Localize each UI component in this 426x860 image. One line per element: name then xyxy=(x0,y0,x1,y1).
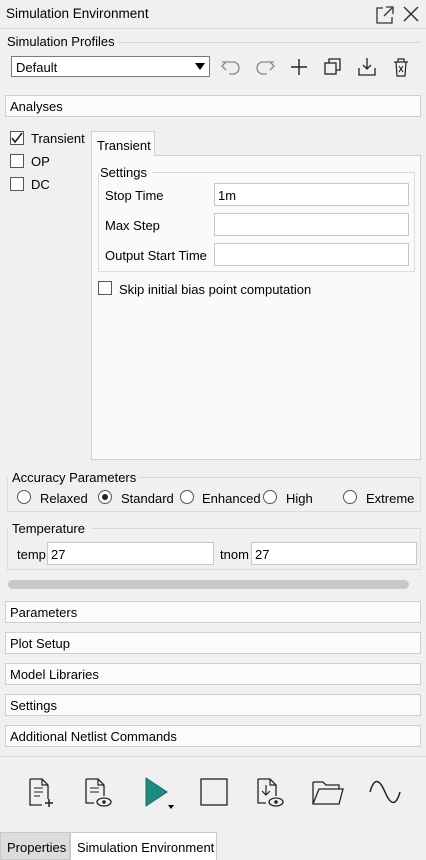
delete-icon[interactable] xyxy=(390,56,412,78)
temp-input[interactable]: 27 xyxy=(47,542,214,565)
divider xyxy=(118,42,421,43)
chevron-down-icon xyxy=(195,63,205,70)
transient-label: Transient xyxy=(31,131,85,146)
redo-icon[interactable] xyxy=(254,56,276,78)
op-label: OP xyxy=(31,154,50,169)
skip-bias-checkbox[interactable] xyxy=(98,281,112,295)
profile-select[interactable]: Default xyxy=(11,56,210,77)
run-icon[interactable] xyxy=(142,776,174,809)
tnom-value: 27 xyxy=(255,547,270,562)
transient-checkbox[interactable] xyxy=(10,131,24,145)
radio-enhanced[interactable] xyxy=(180,490,194,504)
max-step-input[interactable] xyxy=(214,213,409,236)
output-start-label: Output Start Time xyxy=(105,248,207,263)
dc-checkbox[interactable] xyxy=(10,177,24,191)
analyses-label: Analyses xyxy=(10,99,63,114)
window-title: Simulation Environment xyxy=(6,6,149,21)
tnom-label: tnom xyxy=(220,547,249,562)
radio-extreme[interactable] xyxy=(343,490,357,504)
undo-icon[interactable] xyxy=(220,56,242,78)
temp-label: temp xyxy=(17,547,46,562)
plot-setup-header[interactable]: Plot Setup xyxy=(5,632,421,654)
high-label: High xyxy=(286,491,313,506)
enhanced-label: Enhanced xyxy=(202,491,261,506)
standard-label: Standard xyxy=(121,491,174,506)
close-icon[interactable] xyxy=(401,4,421,24)
skip-bias-label: Skip initial bias point computation xyxy=(119,282,312,297)
model-libraries-header[interactable]: Model Libraries xyxy=(5,663,421,685)
waveform-icon[interactable] xyxy=(368,776,401,808)
max-step-label: Max Step xyxy=(105,218,160,233)
settings-label: Settings xyxy=(10,698,57,713)
netlist-commands-header[interactable]: Additional Netlist Commands xyxy=(5,725,421,747)
tab-transient[interactable]: Transient xyxy=(91,131,155,156)
new-netlist-icon[interactable] xyxy=(24,776,56,808)
output-start-input[interactable] xyxy=(214,243,409,266)
title-bar: Simulation Environment xyxy=(0,0,426,29)
extreme-label: Extreme xyxy=(366,491,415,506)
radio-relaxed[interactable] xyxy=(17,490,31,504)
analyses-header[interactable]: Analyses xyxy=(5,95,421,117)
stop-icon[interactable] xyxy=(198,776,230,808)
radio-standard[interactable] xyxy=(98,490,112,504)
tnom-input[interactable]: 27 xyxy=(251,542,417,565)
op-checkbox[interactable] xyxy=(10,154,24,168)
plot-setup-label: Plot Setup xyxy=(10,636,70,651)
add-icon[interactable] xyxy=(288,56,310,78)
parameters-label: Parameters xyxy=(10,605,78,620)
dc-label: DC xyxy=(31,177,50,192)
tab-properties[interactable]: Properties xyxy=(0,832,70,860)
load-results-icon[interactable] xyxy=(254,776,286,808)
popout-icon[interactable] xyxy=(374,4,394,24)
divider xyxy=(0,756,426,757)
stop-time-label: Stop Time xyxy=(105,188,164,203)
profiles-label: Simulation Profiles xyxy=(7,34,115,49)
netlist-commands-label: Additional Netlist Commands xyxy=(10,729,177,744)
stop-time-value: 1m xyxy=(218,188,237,203)
import-icon[interactable] xyxy=(356,56,378,78)
parameters-header[interactable]: Parameters xyxy=(5,601,421,623)
tab-properties-label: Properties xyxy=(7,840,67,855)
tab-simulation-environment[interactable]: Simulation Environment xyxy=(70,832,217,860)
open-folder-icon[interactable] xyxy=(311,776,344,808)
tab-simulation-environment-label: Simulation Environment xyxy=(77,840,215,855)
model-libraries-label: Model Libraries xyxy=(10,667,99,682)
view-netlist-icon[interactable] xyxy=(82,776,114,808)
tab-transient-label: Transient xyxy=(97,138,151,153)
duplicate-icon[interactable] xyxy=(322,56,344,78)
profile-value: Default xyxy=(16,60,58,75)
stop-time-input[interactable]: 1m xyxy=(214,183,409,206)
temp-value: 27 xyxy=(51,547,66,562)
relaxed-label: Relaxed xyxy=(40,491,88,506)
horizontal-scrollbar[interactable] xyxy=(8,580,409,589)
settings-header[interactable]: Settings xyxy=(5,694,421,716)
radio-high[interactable] xyxy=(263,490,277,504)
